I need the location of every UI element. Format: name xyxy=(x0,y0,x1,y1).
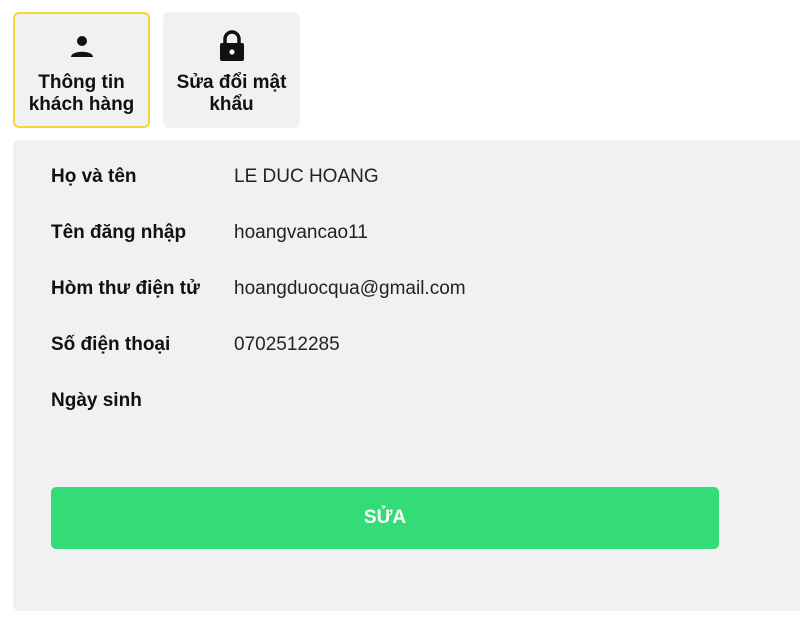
profile-panel: Họ và tên LE DUC HOANG Tên đăng nhập hoa… xyxy=(13,140,800,611)
field-label: Hòm thư điện tử xyxy=(51,278,200,299)
field-value: LE DUC HOANG xyxy=(234,166,379,187)
tab-bar: Thông tin khách hàng Sửa đổi mật khẩu xyxy=(13,12,300,128)
field-value: hoangvancao11 xyxy=(234,222,368,243)
field-label: Ngày sinh xyxy=(51,390,142,411)
field-email: Hòm thư điện tử hoangduocqua@gmail.com xyxy=(51,277,466,301)
tab-customer-info-label: Thông tin khách hàng xyxy=(28,72,135,115)
person-icon xyxy=(67,30,97,62)
tab-change-password-label: Sửa đổi mật khẩu xyxy=(176,72,287,115)
field-birthday: Ngày sinh xyxy=(51,389,234,413)
field-label: Tên đăng nhập xyxy=(51,222,187,243)
field-label: Số điện thoại xyxy=(51,334,171,355)
field-username: Tên đăng nhập hoangvancao11 xyxy=(51,221,368,245)
field-full-name: Họ và tên LE DUC HOANG xyxy=(51,165,379,189)
field-value: hoangduocqua@gmail.com xyxy=(234,278,466,299)
tab-change-password[interactable]: Sửa đổi mật khẩu xyxy=(163,12,300,128)
field-phone: Số điện thoại 0702512285 xyxy=(51,333,340,357)
field-label: Họ và tên xyxy=(51,166,137,187)
field-value: 0702512285 xyxy=(234,334,340,355)
tab-customer-info[interactable]: Thông tin khách hàng xyxy=(13,12,150,128)
lock-icon xyxy=(217,30,247,62)
edit-button[interactable]: SỬA xyxy=(51,487,719,549)
